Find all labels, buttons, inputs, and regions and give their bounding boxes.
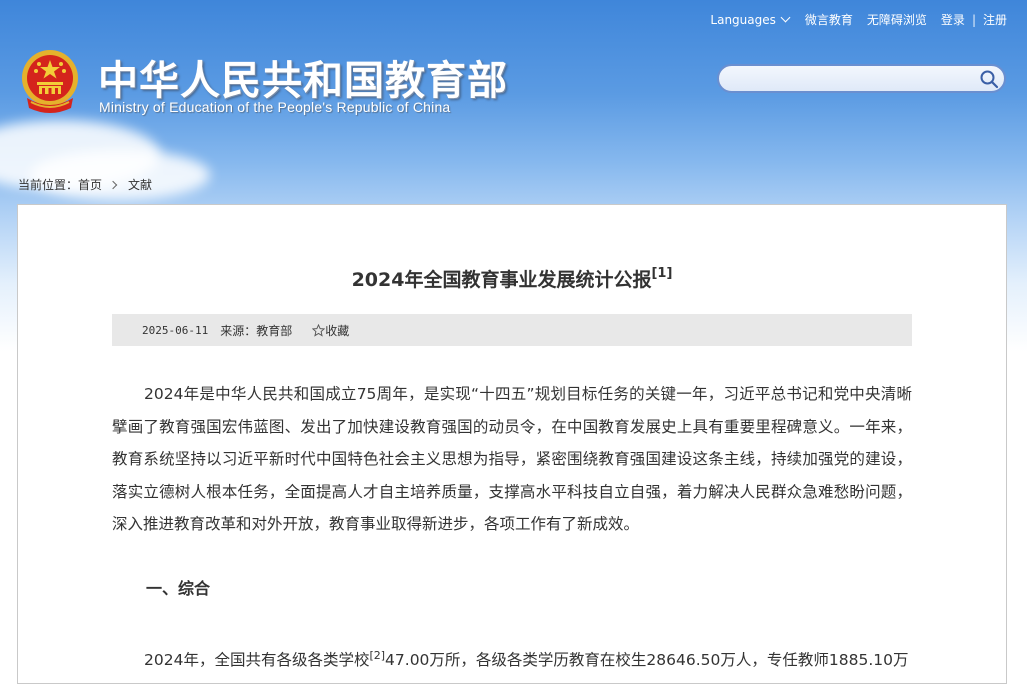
accessibility-link[interactable]: 无障碍浏览 bbox=[867, 11, 927, 28]
languages-label: Languages bbox=[710, 12, 776, 27]
section-heading: 一、综合 bbox=[146, 579, 211, 598]
languages-dropdown[interactable]: Languages bbox=[710, 12, 791, 27]
favorite-button[interactable]: 收藏 bbox=[312, 322, 349, 339]
national-emblem-icon[interactable] bbox=[19, 48, 81, 116]
register-link[interactable]: 注册 bbox=[983, 11, 1007, 28]
article-title: 2024年全国教育事业发展统计公报[1] bbox=[18, 265, 1006, 292]
breadcrumb-label: 当前位置： bbox=[18, 178, 79, 192]
login-link[interactable]: 登录 bbox=[941, 11, 965, 28]
search-icon[interactable] bbox=[978, 68, 1000, 90]
breadcrumb-current-link[interactable]: 文献 bbox=[128, 176, 152, 193]
article-meta-bar: 2025-06-11 来源：教育部 收藏 bbox=[112, 314, 912, 346]
link-separator: | bbox=[971, 12, 976, 27]
paragraph-text: 2024年，全国共有各级各类学校 bbox=[144, 651, 370, 670]
title-footnote-link[interactable]: [1] bbox=[651, 266, 672, 281]
publish-date: 2025-06-11 bbox=[142, 323, 209, 337]
top-links: Languages 微言教育 无障碍浏览 登录 | 注册 bbox=[710, 11, 1007, 28]
site-title-en: Ministry of Education of the People's Re… bbox=[99, 99, 451, 115]
search-input[interactable] bbox=[733, 69, 977, 91]
footnote-link[interactable]: [2] bbox=[369, 649, 385, 662]
site-title-cn[interactable]: 中华人民共和国教育部 bbox=[98, 48, 508, 106]
chevron-down-icon bbox=[780, 12, 791, 23]
breadcrumb-arrow-icon bbox=[108, 180, 118, 189]
breadcrumb: 当前位置： 首页 文献 bbox=[18, 176, 152, 193]
article-source: 来源：教育部 bbox=[220, 323, 293, 338]
article-paragraph: 2024年，全国共有各级各类学校[2]47.00万所，各级各类学历教育在校生28… bbox=[112, 640, 912, 677]
star-icon bbox=[312, 323, 326, 337]
article-title-text: 2024年全国教育事业发展统计公报 bbox=[351, 269, 652, 291]
weiyan-link[interactable]: 微言教育 bbox=[805, 11, 853, 28]
article-panel: 2024年全国教育事业发展统计公报[1] 2025-06-11 来源：教育部 收… bbox=[17, 204, 1007, 684]
search-box bbox=[717, 64, 1006, 93]
paragraph-text: 47.00万所，各级各类学历教育在校生28646.50万人，专任教师1885.1… bbox=[385, 651, 909, 670]
favorite-label: 收藏 bbox=[325, 323, 350, 338]
article-paragraph: 2024年是中华人民共和国成立75周年，是实现“十四五”规划目标任务的关键一年，… bbox=[112, 385, 912, 533]
breadcrumb-home-link[interactable]: 首页 bbox=[78, 176, 102, 193]
